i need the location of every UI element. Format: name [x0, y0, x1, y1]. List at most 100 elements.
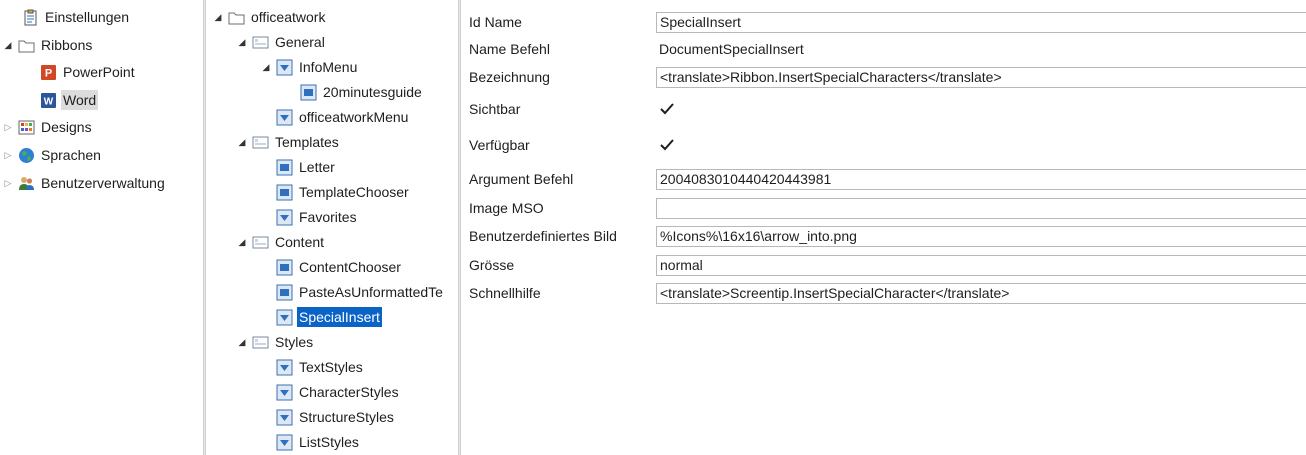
property-row: Benutzerdefiniertes Bild %Icons%\16x16\ar…: [467, 223, 1306, 249]
tree-item-label: Letter: [299, 159, 335, 175]
collapse-arrow-icon[interactable]: ◢: [212, 11, 224, 23]
tree-item-label: Word: [61, 90, 99, 110]
svg-text:P: P: [45, 67, 52, 79]
property-input[interactable]: <translate>Screentip.InsertSpecialCharac…: [656, 282, 1306, 304]
svg-text:W: W: [44, 96, 54, 107]
tree-item-sprachen[interactable]: ▷ Sprachen: [2, 144, 103, 166]
tree-item-label: Templates: [275, 134, 339, 150]
ribbon-tree-item[interactable]: ListStyles: [260, 431, 361, 453]
menu-icon: [276, 109, 293, 125]
menu-icon: [276, 434, 293, 450]
property-label: Id Name: [469, 14, 522, 30]
checkmark-icon[interactable]: [659, 137, 675, 153]
collapse-arrow-icon[interactable]: ◢: [236, 336, 248, 348]
tree-item-label: Styles: [275, 334, 314, 350]
expand-arrow-icon[interactable]: ▷: [2, 121, 14, 133]
users-icon: [19, 176, 34, 190]
menu-icon: [276, 209, 293, 225]
settings-tree: Einstellungen ◢ Ribbons P PowerPoint W W…: [0, 0, 203, 455]
tree-item-label: TemplateChooser: [299, 184, 409, 200]
property-row: Sichtbar: [467, 96, 1306, 122]
tree-item-designs[interactable]: ▷ Designs: [2, 116, 94, 138]
property-label: Name Befehl: [469, 41, 550, 57]
ribbon-tree-item[interactable]: ◢ Content: [236, 231, 326, 253]
menu-icon: [276, 309, 293, 325]
property-input[interactable]: SpecialInsert: [656, 11, 1306, 33]
ribbon-tree-item[interactable]: StructureStyles: [260, 406, 396, 428]
property-input[interactable]: [656, 197, 1306, 219]
tree-item-label: PasteAsUnformattedTe: [299, 284, 443, 300]
ribbon-tree-item[interactable]: TextStyles: [260, 356, 365, 378]
collapse-arrow-icon[interactable]: ◢: [236, 36, 248, 48]
property-checkbox[interactable]: [656, 135, 1306, 156]
tree-item-powerpoint[interactable]: P PowerPoint: [40, 61, 137, 83]
ribbon-tree-item[interactable]: 20minutesguide: [284, 81, 424, 103]
ribbon-tree-item[interactable]: PasteAsUnformattedTe: [260, 281, 445, 303]
tree-item-benutzerverwaltung[interactable]: ▷ Benutzerverwaltung: [2, 172, 167, 194]
tree-item-label: SpecialInsert: [297, 307, 382, 327]
folder-icon: [18, 40, 35, 52]
property-row: Grösse normal: [467, 252, 1306, 278]
ribbon-tree-item[interactable]: ◢ InfoMenu: [260, 56, 359, 78]
collapse-arrow-icon[interactable]: ◢: [236, 236, 248, 248]
tree-item-label: 20minutesguide: [323, 84, 422, 100]
property-label: Image MSO: [469, 200, 544, 216]
property-checkbox[interactable]: [656, 99, 1306, 120]
ribbon-tree-item[interactable]: officeatworkMenu: [260, 106, 410, 128]
ribbon-tree-item[interactable]: ◢ officeatwork: [212, 6, 327, 28]
property-label: Schnellhilfe: [469, 285, 541, 301]
ribbon-tree-item[interactable]: Favorites: [260, 206, 359, 228]
ribbon-tree-item[interactable]: ◢ Styles: [236, 331, 315, 353]
palette-icon: [18, 120, 35, 134]
property-row: Schnellhilfe <translate>Screentip.InsertS…: [467, 280, 1306, 306]
properties-panel: Id Name SpecialInsert Name Befehl DocumentS…: [461, 0, 1306, 455]
property-row: Name Befehl DocumentSpecialInsert: [467, 36, 1306, 62]
ribbon-tree-item[interactable]: ContentChooser: [260, 256, 403, 278]
collapse-arrow-icon[interactable]: ◢: [2, 39, 14, 51]
expand-arrow-icon[interactable]: ▷: [2, 149, 14, 161]
tree-item-ribbons[interactable]: ◢ Ribbons: [2, 34, 94, 56]
ribbon-tree-item[interactable]: TemplateChooser: [260, 181, 411, 203]
property-row: Bezeichnung <translate>Ribbon.InsertSpeci…: [467, 64, 1306, 90]
word-icon: W: [41, 92, 56, 108]
tree-item-word[interactable]: W Word: [40, 89, 99, 111]
property-label: Grösse: [469, 257, 515, 273]
property-label: Sichtbar: [469, 101, 521, 117]
property-value: DocumentSpecialInsert: [659, 41, 804, 57]
tree-item-label: StructureStyles: [299, 409, 394, 425]
ribbon-tree-item[interactable]: CharacterStyles: [260, 381, 401, 403]
tree-item-label: Ribbons: [41, 37, 93, 53]
menu-icon: [276, 384, 293, 400]
tree-item-label: officeatworkMenu: [299, 109, 409, 125]
button-icon: [300, 84, 317, 100]
property-label: Bezeichnung: [469, 69, 550, 85]
ribbon-tree-item[interactable]: SpecialInsert: [260, 306, 382, 328]
ribbon-tree-item[interactable]: ◢ Templates: [236, 131, 341, 153]
collapse-arrow-icon[interactable]: ◢: [236, 136, 248, 148]
checkmark-icon[interactable]: [659, 101, 675, 117]
property-input[interactable]: <translate>Ribbon.InsertSpecialCharacter…: [656, 66, 1306, 88]
tree-item-label: CharacterStyles: [299, 384, 399, 400]
tree-item-label: ListStyles: [299, 434, 359, 450]
property-input[interactable]: 2004083010440420443981: [656, 168, 1306, 190]
ribbon-tree-item[interactable]: ◢ General: [236, 31, 327, 53]
property-input[interactable]: %Icons%\16x16\arrow_into.png: [656, 225, 1306, 247]
group-icon: [252, 136, 269, 148]
menu-icon: [276, 409, 293, 425]
expand-arrow-icon[interactable]: ▷: [2, 177, 14, 189]
tree-item-label: Favorites: [299, 209, 357, 225]
tree-item-label: TextStyles: [299, 359, 363, 375]
ribbon-tree: ◢ officeatwork ◢ General ◢ InfoMenu 20minutesg…: [206, 0, 458, 455]
tree-item-label: officeatwork: [251, 9, 326, 25]
ribbon-tree-item[interactable]: Letter: [260, 156, 337, 178]
property-input[interactable]: normal: [656, 254, 1306, 276]
property-row: Image MSO: [467, 195, 1306, 221]
tree-item-label: InfoMenu: [299, 59, 358, 75]
tree-item-einstellungen[interactable]: Einstellungen: [6, 6, 131, 28]
collapse-arrow-icon[interactable]: ◢: [260, 61, 272, 73]
